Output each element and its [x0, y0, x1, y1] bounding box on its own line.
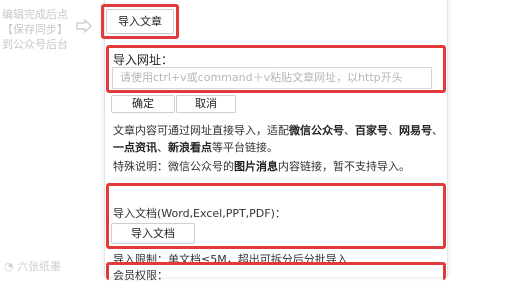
url-input-placeholder: 请使用ctrl+v或command＋v粘贴文章网址，以http开头: [120, 71, 403, 84]
desc-text: 文章内容可通过网址直接导入，适配: [113, 124, 289, 137]
platform-yidian: 一点资讯: [113, 141, 157, 154]
platform-sina: 新浪看点: [168, 141, 212, 154]
confirm-label: 确定: [132, 97, 154, 110]
cancel-button[interactable]: 取消: [176, 95, 236, 113]
url-input[interactable]: 请使用ctrl+v或command＋v粘贴文章网址，以http开头: [112, 67, 432, 89]
platform-wechat: 微信公众号: [289, 124, 344, 137]
import-url-label: 导入网址：: [113, 53, 174, 67]
desc-text: 等平台链接。: [212, 141, 278, 154]
import-article-button[interactable]: 导入文章: [106, 9, 174, 34]
watermark-icon: ◔: [4, 260, 14, 273]
confirm-button[interactable]: 确定: [111, 95, 175, 113]
hint-line-1: 编辑完成后点: [2, 8, 68, 21]
cancel-label: 取消: [195, 97, 217, 110]
desc-line-2: 一点资讯、新浪看点等平台链接。: [113, 139, 278, 155]
hint-line-2: 【保存同步】: [2, 23, 68, 36]
image-message-term: 图片消息: [234, 160, 278, 173]
desc-line-1: 文章内容可通过网址直接导入，适配微信公众号、百家号、网易号、: [113, 122, 443, 138]
special-note: 特殊说明：微信公众号的图片消息内容链接，暂不支持导入。: [113, 158, 410, 174]
desc-sep: 、: [344, 124, 355, 137]
watermark-text: 六张纸墨: [17, 260, 62, 273]
member-permission-text: 会员权限：: [113, 269, 168, 282]
watermark: ◔ 六张纸墨: [4, 258, 61, 274]
arrow-right-icon: [76, 19, 92, 33]
import-doc-label: 导入文档(Word,Excel,PPT,PDF)：: [113, 207, 286, 220]
import-doc-button[interactable]: 导入文档: [111, 223, 195, 244]
desc-sep: 、: [157, 141, 168, 154]
desc-sep: 、: [432, 124, 443, 137]
save-sync-hint: 编辑完成后点 【保存同步】 到公众号后台: [2, 7, 74, 52]
note-text: 特殊说明：微信公众号的: [113, 160, 234, 173]
desc-sep: 、: [388, 124, 399, 137]
import-doc-label-text: 导入文档: [131, 227, 175, 240]
import-article-label: 导入文章: [118, 15, 162, 28]
platform-netease: 网易号: [399, 124, 432, 137]
hint-line-3: 到公众号后台: [2, 38, 68, 51]
platform-baijiahao: 百家号: [355, 124, 388, 137]
note-text: 内容链接，暂不支持导入。: [278, 160, 410, 173]
